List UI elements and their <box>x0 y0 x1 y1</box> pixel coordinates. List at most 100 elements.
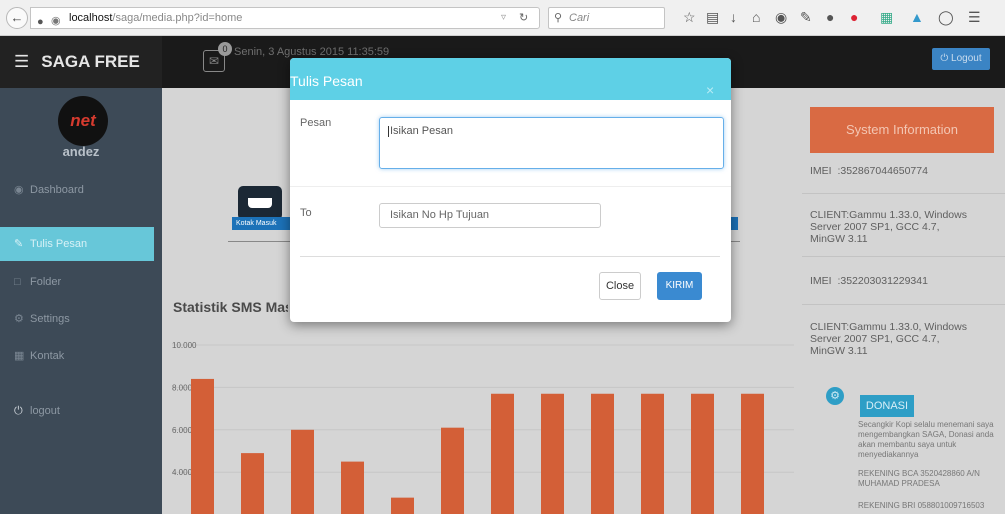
lock-icon: ● <box>37 16 44 28</box>
brand[interactable]: ☰ SAGA FREE <box>0 36 162 88</box>
sidebar-item-kontak[interactable]: ▦ Kontak <box>0 339 154 373</box>
search-placeholder: Cari <box>569 12 590 24</box>
divider <box>802 193 1005 194</box>
rekening-bri: REKENING BRI 058801009716503 <box>858 501 985 510</box>
browser-toolbar: ← ● ◉ localhost/saga/media.php?id=home ▿… <box>0 0 1005 36</box>
chart-bar <box>741 393 764 514</box>
inbox-label[interactable]: Kotak Masuk <box>232 217 290 230</box>
sys-value: :352867044650774 <box>837 165 928 177</box>
sidebar-item-label: logout <box>30 405 60 417</box>
to-phone-input[interactable]: Isikan No Hp Tujuan <box>379 203 601 228</box>
sidebar-item-label: Kontak <box>30 350 65 362</box>
donasi-button[interactable]: DONASI <box>860 395 914 417</box>
y-tick-label: 10.000 <box>172 341 197 350</box>
user-name: andez <box>62 144 100 159</box>
to-placeholder: Isikan No Hp Tujuan <box>390 209 490 221</box>
chart-bar <box>691 393 714 514</box>
sidebar-item-dashboard[interactable]: ◉ Dashboard <box>0 173 154 207</box>
stat-title: Statistik SMS Masuk <box>173 299 288 315</box>
chat-icon[interactable]: ● <box>826 9 834 25</box>
download-icon[interactable]: ↓ <box>730 9 737 25</box>
send-button[interactable]: KIRIM <box>657 272 702 300</box>
sidebar-item-tulis-pesan[interactable]: ✎ Tulis Pesan <box>0 227 154 261</box>
pocket-icon[interactable]: ◉ <box>775 9 787 26</box>
y-tick-label: 6.000 <box>172 426 193 435</box>
y-tick-label: 8.000 <box>172 383 193 392</box>
url-text: localhost/saga/media.php?id=home <box>69 12 243 24</box>
sys-label: IMEI <box>810 165 832 177</box>
text-caret <box>388 125 389 137</box>
header-datetime: Senin, 3 Agustus 2015 11:35:59 <box>234 46 390 58</box>
inbox-tray-icon[interactable] <box>238 186 282 220</box>
modal-header: Tulis Pesan × <box>290 58 731 100</box>
y-tick-label: 4.000 <box>172 468 193 477</box>
divider <box>228 241 298 242</box>
search-icon: ⚲ <box>554 12 563 24</box>
divider <box>802 256 1005 257</box>
browser-search-input[interactable]: ⚲ Cari <box>548 7 665 29</box>
pesan-placeholder: Isikan Pesan <box>390 125 453 137</box>
sys-client-row: CLIENT:Gammu 1.33.0, Windows Server 2007… <box>810 209 994 245</box>
pesan-label: Pesan <box>300 117 332 129</box>
chart-bar <box>641 393 664 514</box>
reading-list-icon[interactable]: ▤ <box>706 9 719 26</box>
modal-title: Tulis Pesan <box>290 73 363 89</box>
sidebar-item-label: Dashboard <box>30 184 84 196</box>
sys-value: :352203031229341 <box>837 275 928 287</box>
gear-icon: ⚙ <box>826 387 844 405</box>
close-button[interactable]: Close <box>599 272 641 300</box>
logout-label: Logout <box>951 53 982 64</box>
folder-icon: □ <box>14 276 21 288</box>
address-bar[interactable]: ● ◉ localhost/saga/media.php?id=home ▿ ↻ <box>30 7 540 29</box>
globe-icon: ◉ <box>51 15 61 27</box>
addon-icon[interactable]: ✎ <box>800 9 812 26</box>
bookmark-star-icon[interactable]: ☆ <box>683 9 696 26</box>
sidebar-item-label: Folder <box>30 276 62 288</box>
sys-imei-row: IMEI :352203031229341 <box>810 275 994 287</box>
gears-icon: ⚙ <box>14 313 24 325</box>
divider <box>802 304 1005 305</box>
hamburger-icon[interactable]: ☰ <box>14 52 29 71</box>
sidebar-item-logout[interactable]: ⏻ logout <box>0 394 154 428</box>
header-logout-button[interactable]: ⏻ Logout <box>932 48 990 70</box>
sys-imei-row: IMEI :352867044650774 <box>810 165 994 177</box>
power-icon: ⏻ <box>14 405 23 417</box>
edit-icon: ✎ <box>14 238 24 250</box>
adblock-icon[interactable]: ● <box>850 9 858 25</box>
reload-icon[interactable]: ↻ <box>519 8 528 28</box>
chart-bar <box>591 393 614 514</box>
back-arrow-icon[interactable]: ← <box>6 7 28 29</box>
sidebar-item-label: Tulis Pesan <box>30 238 88 250</box>
sms-bar-chart: 10.000 8.000 6.000 4.000 <box>172 341 794 514</box>
to-label: To <box>300 207 312 219</box>
chart-bar <box>191 378 214 514</box>
book-icon: ▦ <box>14 350 25 362</box>
sys-label: IMEI <box>810 275 832 287</box>
sys-label: CLIENT <box>810 321 847 333</box>
sys-label: CLIENT <box>810 209 847 221</box>
chart-bar <box>441 427 464 514</box>
menu-icon[interactable]: ☰ <box>968 9 981 26</box>
chart-bar <box>491 393 514 514</box>
divider <box>290 186 731 187</box>
pesan-textarea[interactable]: Isikan Pesan <box>379 117 724 169</box>
brand-title: SAGA FREE <box>41 52 140 71</box>
extension-icon[interactable]: ▦ <box>880 9 893 26</box>
system-info-title: System Information <box>810 107 994 153</box>
chart-bar <box>241 453 264 514</box>
translate-icon[interactable]: ▲ <box>910 9 924 25</box>
close-icon[interactable]: × <box>706 69 714 111</box>
rekening-bca: REKENING BCA 3520428860 A/N MUHAMAD PRAD… <box>858 469 980 488</box>
dropdown-arrow-icon[interactable]: ▿ <box>501 8 506 28</box>
sys-client-row: CLIENT:Gammu 1.33.0, Windows Server 2007… <box>810 321 994 357</box>
inbox-badge: 0 <box>218 42 232 56</box>
sync-icon[interactable]: ◯ <box>938 9 954 26</box>
home-icon[interactable]: ⌂ <box>752 9 760 25</box>
donasi-text: Secangkir Kopi selalu menemani saya meng… <box>858 420 994 459</box>
chart-bar <box>341 461 364 514</box>
divider <box>300 256 720 257</box>
tulis-pesan-modal: Tulis Pesan × Pesan Isikan Pesan To Isik… <box>290 58 731 322</box>
chart-bar <box>391 497 414 514</box>
sidebar-item-settings[interactable]: ⚙ Settings <box>0 302 154 336</box>
sidebar-item-folder[interactable]: □ Folder <box>0 265 154 299</box>
